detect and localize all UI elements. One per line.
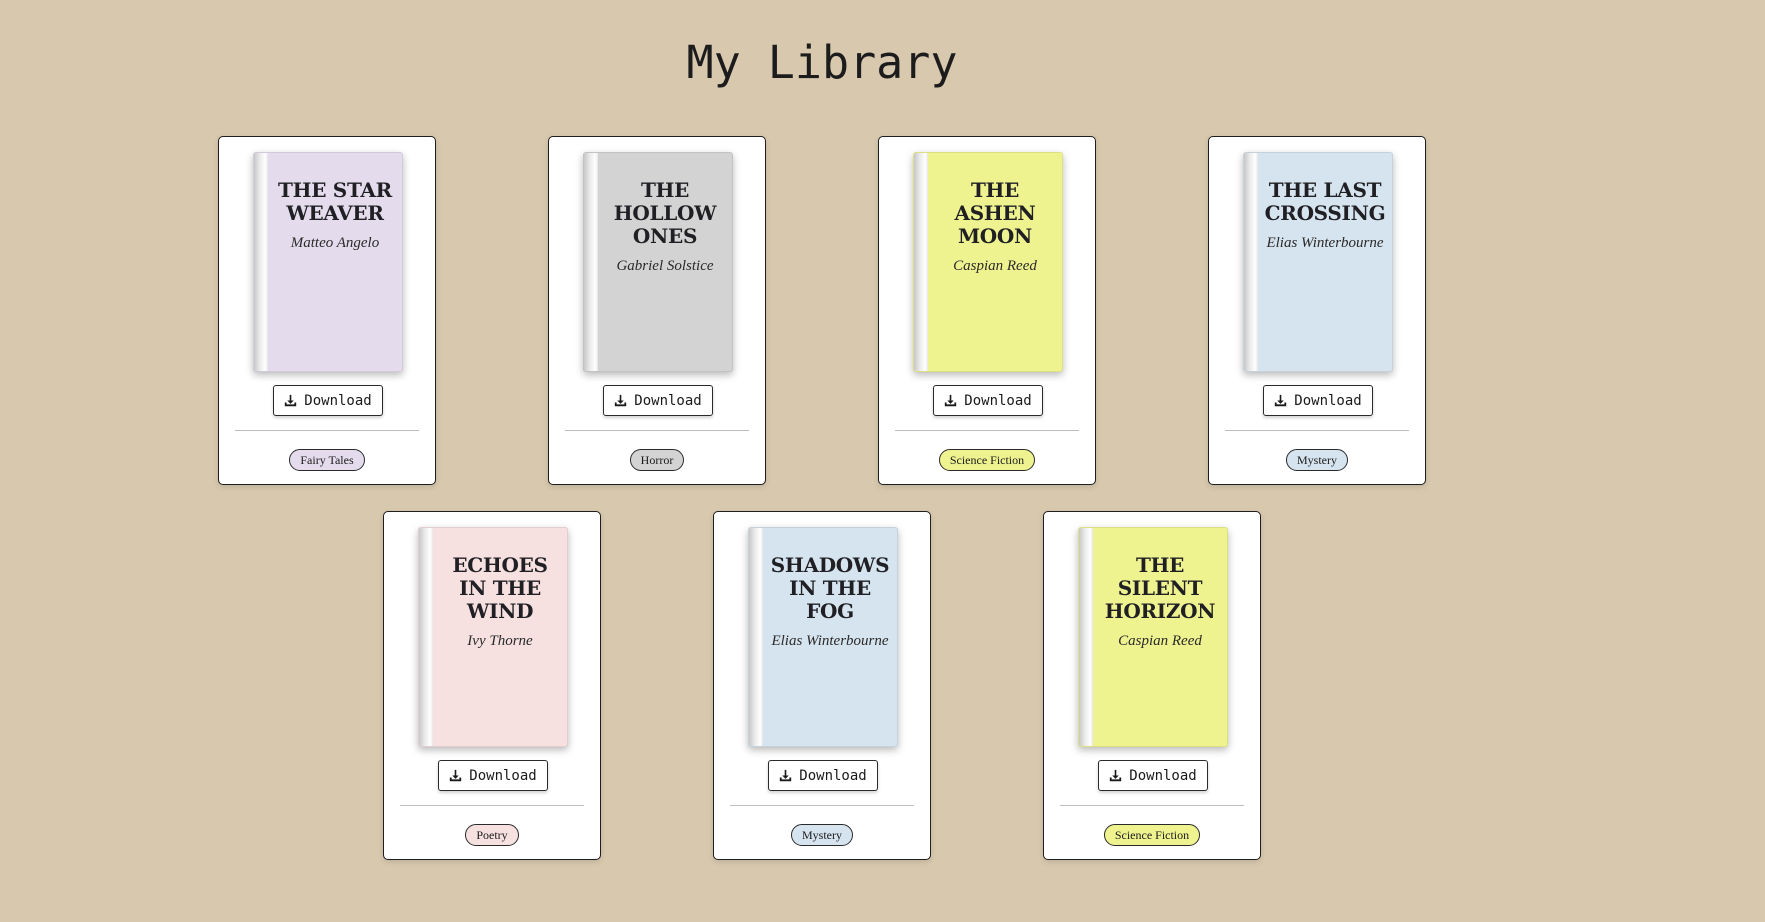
book-spine bbox=[1244, 153, 1258, 371]
download-button[interactable]: Download bbox=[933, 385, 1043, 416]
book-title: The Hollow Ones bbox=[613, 178, 717, 248]
download-button[interactable]: Download bbox=[1098, 760, 1208, 791]
book-cover[interactable]: The Star Weaver Matteo Angelo bbox=[253, 152, 403, 372]
genre-badge[interactable]: Fairy Tales bbox=[289, 449, 365, 471]
book-card-echoes-in-the-wind: Echoes in the Wind Ivy Thorne Download P… bbox=[383, 511, 601, 860]
book-card-the-silent-horizon: The Silent Horizon Caspian Reed Download… bbox=[1043, 511, 1261, 860]
genre-tag-row: Science Fiction bbox=[879, 449, 1095, 471]
book-cover[interactable]: Echoes in the Wind Ivy Thorne bbox=[418, 527, 568, 747]
genre-badge[interactable]: Horror bbox=[629, 449, 685, 471]
card-divider bbox=[235, 430, 419, 431]
download-button[interactable]: Download bbox=[1263, 385, 1373, 416]
genre-tag-row: Horror bbox=[549, 449, 765, 471]
book-author: Ivy Thorne bbox=[467, 633, 533, 649]
book-cover[interactable]: The Silent Horizon Caspian Reed bbox=[1078, 527, 1228, 747]
download-label: Download bbox=[964, 392, 1032, 409]
card-divider bbox=[400, 805, 584, 806]
card-divider bbox=[895, 430, 1079, 431]
cover-text: Shadows in the Fog Elias Winterbourne bbox=[763, 554, 897, 650]
book-title: Shadows in the Fog bbox=[770, 553, 890, 623]
book-title: Echoes in the Wind bbox=[452, 553, 548, 623]
download-label: Download bbox=[304, 392, 372, 409]
book-cover[interactable]: The Last Crossing Elias Winterbourne bbox=[1243, 152, 1393, 372]
book-cover[interactable]: Shadows in the Fog Elias Winterbourne bbox=[748, 527, 898, 747]
download-icon bbox=[615, 394, 627, 407]
card-divider bbox=[1060, 805, 1244, 806]
download-button[interactable]: Download bbox=[438, 760, 548, 791]
genre-tag-row: Mystery bbox=[714, 824, 930, 846]
download-icon bbox=[1110, 769, 1122, 782]
download-label: Download bbox=[1294, 392, 1362, 409]
genre-badge[interactable]: Poetry bbox=[465, 824, 519, 846]
book-card-the-hollow-ones: The Hollow Ones Gabriel Solstice Downloa… bbox=[548, 136, 766, 485]
book-author: Elias Winterbourne bbox=[1266, 235, 1384, 251]
download-icon bbox=[1275, 394, 1287, 407]
cover-text: The Star Weaver Matteo Angelo bbox=[268, 179, 402, 252]
book-title: The Last Crossing bbox=[1264, 178, 1386, 225]
book-author: Matteo Angelo bbox=[290, 235, 380, 251]
book-cover[interactable]: The Ashen Moon Caspian Reed bbox=[913, 152, 1063, 372]
card-divider bbox=[730, 805, 914, 806]
download-label: Download bbox=[799, 767, 867, 784]
book-cover[interactable]: The Hollow Ones Gabriel Solstice bbox=[583, 152, 733, 372]
book-card-the-star-weaver: The Star Weaver Matteo Angelo Download F… bbox=[218, 136, 436, 485]
genre-badge[interactable]: Mystery bbox=[1286, 449, 1348, 471]
book-spine bbox=[419, 528, 433, 746]
book-author: Elias Winterbourne bbox=[771, 633, 889, 649]
download-icon bbox=[285, 394, 297, 407]
book-spine bbox=[254, 153, 268, 371]
book-card-shadows-in-the-fog: Shadows in the Fog Elias Winterbourne Do… bbox=[713, 511, 931, 860]
book-card-the-ashen-moon: The Ashen Moon Caspian Reed Download Sci… bbox=[878, 136, 1096, 485]
book-spine bbox=[1079, 528, 1093, 746]
card-divider bbox=[1225, 430, 1409, 431]
book-card-the-last-crossing: The Last Crossing Elias Winterbourne Dow… bbox=[1208, 136, 1426, 485]
genre-badge[interactable]: Mystery bbox=[791, 824, 853, 846]
cover-text: Echoes in the Wind Ivy Thorne bbox=[433, 554, 567, 650]
book-author: Gabriel Solstice bbox=[616, 258, 714, 274]
page-title: My Library bbox=[686, 36, 958, 89]
cover-text: The Silent Horizon Caspian Reed bbox=[1093, 554, 1227, 650]
cover-text: The Ashen Moon Caspian Reed bbox=[928, 179, 1062, 275]
book-author: Caspian Reed bbox=[953, 258, 1037, 274]
download-label: Download bbox=[634, 392, 702, 409]
book-spine bbox=[749, 528, 763, 746]
download-label: Download bbox=[469, 767, 537, 784]
book-author: Caspian Reed bbox=[1118, 633, 1202, 649]
card-divider bbox=[565, 430, 749, 431]
download-button[interactable]: Download bbox=[603, 385, 713, 416]
download-icon bbox=[450, 769, 462, 782]
cover-text: The Hollow Ones Gabriel Solstice bbox=[598, 179, 732, 275]
book-spine bbox=[584, 153, 598, 371]
download-icon bbox=[945, 394, 957, 407]
genre-tag-row: Science Fiction bbox=[1044, 824, 1260, 846]
book-title: The Star Weaver bbox=[278, 178, 392, 225]
download-button[interactable]: Download bbox=[273, 385, 383, 416]
cover-text: The Last Crossing Elias Winterbourne bbox=[1258, 179, 1392, 252]
book-title: The Silent Horizon bbox=[1104, 553, 1216, 623]
genre-tag-row: Fairy Tales bbox=[219, 449, 435, 471]
download-icon bbox=[780, 769, 792, 782]
genre-tag-row: Poetry bbox=[384, 824, 600, 846]
download-button[interactable]: Download bbox=[768, 760, 878, 791]
genre-badge[interactable]: Science Fiction bbox=[938, 449, 1036, 471]
book-spine bbox=[914, 153, 928, 371]
genre-badge[interactable]: Science Fiction bbox=[1103, 824, 1201, 846]
genre-tag-row: Mystery bbox=[1209, 449, 1425, 471]
download-label: Download bbox=[1129, 767, 1197, 784]
book-title: The Ashen Moon bbox=[954, 178, 1036, 248]
